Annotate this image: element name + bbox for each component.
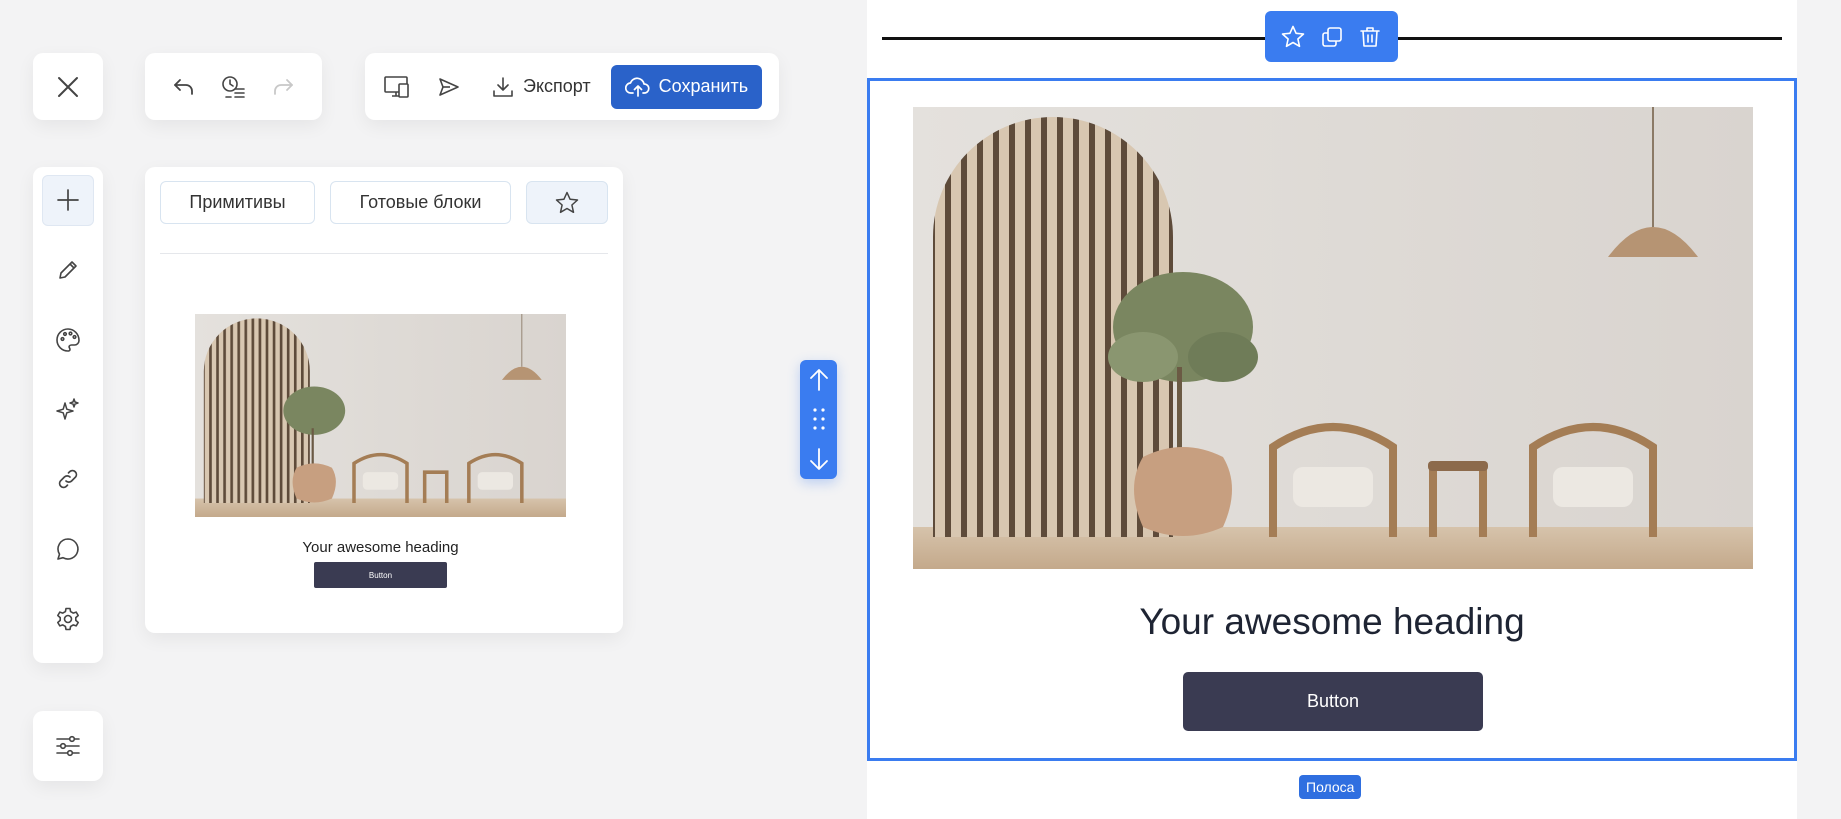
- tab-primitives[interactable]: Примитивы: [160, 181, 315, 224]
- row-toolbar: [1265, 11, 1398, 62]
- save-button[interactable]: Сохранить: [610, 64, 763, 109]
- block-thumbnail[interactable]: Your awesome heading Button: [195, 314, 566, 588]
- redo-icon[interactable]: [263, 67, 303, 107]
- blocks-tabs: Примитивы Готовые блоки: [160, 181, 608, 224]
- undo-icon[interactable]: [164, 67, 204, 107]
- link-icon[interactable]: [42, 454, 94, 505]
- panel-divider: [160, 253, 608, 254]
- gear-icon[interactable]: [42, 593, 94, 644]
- hero-image[interactable]: [913, 107, 1753, 569]
- tab-ready-blocks[interactable]: Готовые блоки: [330, 181, 511, 224]
- close-icon[interactable]: [33, 53, 103, 120]
- history-icon[interactable]: [213, 67, 253, 107]
- cloud-upload-icon: [624, 75, 651, 99]
- preview-devices-icon[interactable]: [377, 67, 417, 107]
- tab-favorites[interactable]: [526, 181, 608, 224]
- sparkles-icon[interactable]: [42, 384, 94, 435]
- row-type-label[interactable]: Полоса: [1299, 775, 1362, 799]
- comment-icon[interactable]: [42, 524, 94, 575]
- save-label: Сохранить: [658, 76, 749, 96]
- export-label: Экспорт: [523, 76, 591, 96]
- settings-panel: [33, 711, 103, 781]
- trash-icon[interactable]: [1353, 20, 1387, 54]
- thumbnail-heading: Your awesome heading: [302, 539, 459, 556]
- export-button[interactable]: Экспорт: [481, 67, 601, 107]
- star-icon[interactable]: [1276, 20, 1310, 54]
- star-icon: [554, 190, 580, 216]
- blocks-panel: Примитивы Готовые блоки Your awesome hea…: [145, 167, 623, 633]
- drag-handle-icon[interactable]: [804, 404, 834, 434]
- plus-icon[interactable]: [42, 175, 94, 226]
- canvas-cta-button[interactable]: Button: [1183, 672, 1483, 731]
- left-sidebar: [33, 167, 103, 663]
- arrow-down-icon[interactable]: [804, 444, 834, 474]
- palette-icon[interactable]: [42, 314, 94, 365]
- pencil-icon[interactable]: [42, 245, 94, 296]
- duplicate-icon[interactable]: [1315, 20, 1349, 54]
- download-icon: [491, 75, 515, 99]
- thumbnail-button: Button: [314, 562, 447, 588]
- selected-row[interactable]: Your awesome heading Button: [867, 78, 1797, 761]
- send-icon[interactable]: [429, 67, 469, 107]
- main-toolbar: Экспорт Сохранить: [365, 53, 779, 120]
- close-panel: [33, 53, 103, 120]
- arrow-up-icon[interactable]: [804, 365, 834, 395]
- email-canvas: Your awesome heading Button Полоса: [867, 0, 1797, 819]
- sliders-icon[interactable]: [33, 711, 103, 781]
- row-move-handle: [800, 360, 837, 479]
- canvas-heading[interactable]: Your awesome heading: [870, 601, 1794, 643]
- thumbnail-image: [195, 314, 566, 517]
- history-toolbar: [145, 53, 322, 120]
